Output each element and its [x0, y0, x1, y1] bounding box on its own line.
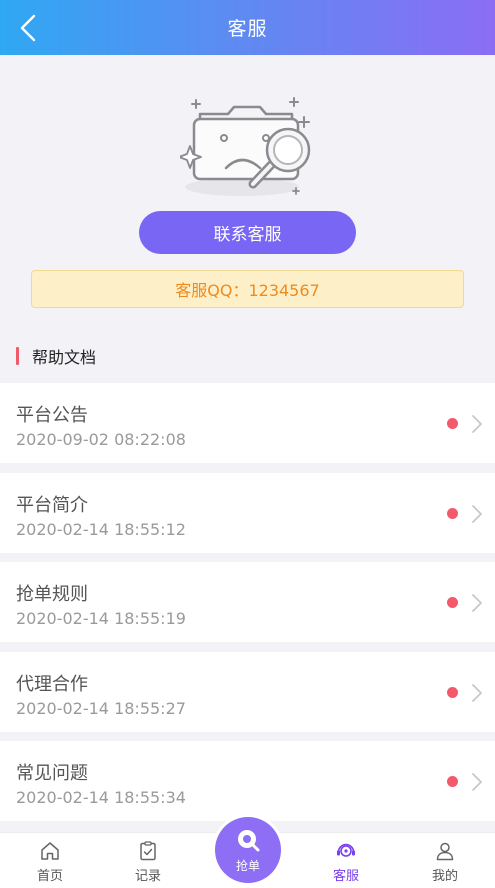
chevron-right-icon — [472, 773, 482, 791]
list-item[interactable]: 常见问题 2020-02-14 18:55:34 — [0, 741, 495, 821]
unread-dot — [447, 597, 458, 608]
chevron-right-icon — [472, 415, 482, 433]
item-title: 常见问题 — [16, 763, 88, 784]
tab-mine[interactable]: 我的 — [405, 833, 485, 888]
item-title: 平台简介 — [16, 495, 88, 516]
tab-mine-label: 我的 — [431, 869, 458, 884]
item-date: 2020-02-14 18:55:19 — [16, 609, 186, 628]
home-icon — [41, 842, 59, 860]
item-title: 平台公告 — [16, 405, 88, 426]
tab-records[interactable]: 记录 — [108, 833, 188, 888]
item-date: 2020-02-14 18:55:27 — [16, 699, 186, 718]
unread-dot — [447, 508, 458, 519]
page-title: 客服 — [227, 18, 268, 40]
chevron-right-icon — [472, 594, 482, 612]
tab-home-label: 首页 — [36, 869, 63, 884]
tab-grab-label: 抢单 — [235, 858, 260, 873]
tab-home[interactable]: 首页 — [10, 833, 90, 888]
item-date: 2020-09-02 08:22:08 — [16, 430, 186, 449]
empty-folder-search-icon — [178, 92, 320, 204]
unread-dot — [447, 776, 458, 787]
list-item[interactable]: 平台简介 2020-02-14 18:55:12 — [0, 473, 495, 553]
unread-dot — [447, 687, 458, 698]
user-icon — [436, 842, 454, 861]
tab-grab-order[interactable]: 抢单 — [215, 817, 281, 883]
tab-records-label: 记录 — [134, 869, 161, 884]
tab-service-label: 客服 — [332, 869, 359, 884]
grab-order-icon — [238, 829, 260, 851]
help-docs-heading: 帮助文档 — [16, 345, 96, 367]
heading-accent-bar — [16, 347, 19, 365]
list-item[interactable]: 平台公告 2020-09-02 08:22:08 — [0, 383, 495, 463]
clipboard-check-icon — [140, 841, 156, 861]
help-docs-title: 帮助文档 — [32, 348, 97, 367]
item-title: 代理合作 — [16, 674, 88, 695]
app-header: 客服 — [0, 0, 495, 55]
chevron-right-icon — [472, 505, 482, 523]
item-date: 2020-02-14 18:55:12 — [16, 520, 186, 539]
item-date: 2020-02-14 18:55:34 — [16, 788, 186, 807]
tab-service[interactable]: 客服 — [306, 833, 386, 888]
list-item[interactable]: 抢单规则 2020-02-14 18:55:19 — [0, 562, 495, 642]
item-title: 抢单规则 — [16, 584, 88, 605]
customer-service-icon — [337, 843, 355, 857]
unread-dot — [447, 418, 458, 429]
list-item[interactable]: 代理合作 2020-02-14 18:55:27 — [0, 652, 495, 732]
qq-info-banner: 客服QQ：1234567 — [31, 270, 464, 308]
contact-service-button[interactable]: 联系客服 — [139, 211, 356, 254]
back-button[interactable] — [14, 12, 42, 44]
chevron-left-icon — [20, 14, 36, 42]
chevron-right-icon — [472, 684, 482, 702]
